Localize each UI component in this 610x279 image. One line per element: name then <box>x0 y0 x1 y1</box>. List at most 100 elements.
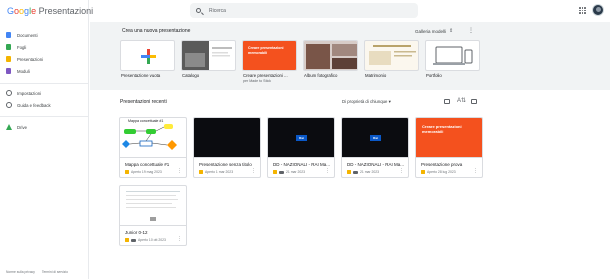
slides-icon <box>6 56 11 62</box>
owner-filter-dropdown[interactable]: Di proprietà di chiunque ▾ <box>342 99 391 105</box>
album-thumbnail <box>304 41 357 70</box>
plus-icon <box>141 49 156 64</box>
sidebar-item-label: Documenti <box>17 32 38 38</box>
file-thumbnail <box>194 118 260 158</box>
shared-icon <box>353 170 358 174</box>
file-date: Aperto 19 mag 2023 <box>131 170 162 174</box>
thumb-title: Mappa concettuale #1 <box>128 119 164 123</box>
apps-grid-icon[interactable] <box>579 7 586 14</box>
sidebar-item-fogli[interactable]: Fogli <box>6 42 26 52</box>
sidebar-item-label: Impostazioni <box>17 90 42 96</box>
slides-icon <box>199 170 203 174</box>
template-portfolio[interactable] <box>425 40 480 71</box>
rai-logo: Rai <box>370 135 381 141</box>
more-options-icon[interactable]: ⋮ <box>177 236 182 242</box>
file-thumbnail: Rai <box>342 118 408 158</box>
search-input[interactable]: Ricerca <box>209 8 226 14</box>
template-matrimonio[interactable] <box>364 40 419 71</box>
sidebar-item-help[interactable]: Guida e feedback <box>6 100 51 110</box>
sidebar-item-label: Presentazioni <box>17 56 44 62</box>
file-meta: 21 mar 2023 <box>273 170 305 174</box>
forms-icon <box>6 68 11 74</box>
file-meta: Aperto 28 lug 2023 <box>421 170 456 174</box>
sidebar-item-label: Fogli <box>17 44 27 50</box>
template-catalogo[interactable] <box>181 40 236 71</box>
file-card[interactable]: Creare presentazioni memorabili Presenta… <box>415 117 483 178</box>
file-thumbnail: Mappa concettuale #1 <box>120 118 186 158</box>
document-thumbnail <box>126 191 180 221</box>
search-icon[interactable] <box>196 8 201 13</box>
slides-icon <box>347 170 351 174</box>
file-title: Mappa concettuale #1 <box>125 162 170 167</box>
sidebar-item-moduli[interactable]: Moduli <box>6 66 30 76</box>
file-card[interactable]: Junior 0-12 Aperto 10 ott 2023 ⋮ <box>119 185 187 246</box>
wedding-thumbnail <box>369 45 416 65</box>
sort-icon[interactable]: A⇅ <box>457 98 466 104</box>
sheets-icon <box>6 44 11 50</box>
file-card[interactable]: Rai DD - NAZIONALI - RAI Ma... 21 mar 20… <box>267 117 335 178</box>
template-label: Matrimonio <box>365 73 387 78</box>
file-title: Junior 0-12 <box>125 230 148 235</box>
template-label: Presentazione vuota <box>121 73 161 78</box>
chevron-down-icon: ▾ <box>388 99 391 104</box>
file-thumbnail: Rai <box>268 118 334 158</box>
more-options-icon[interactable]: ⋮ <box>177 168 182 174</box>
divider <box>0 83 89 84</box>
sidebar-item-drive[interactable]: Drive <box>6 122 27 132</box>
terms-link[interactable]: Termini di servizio <box>42 270 68 274</box>
template-made-to-stick[interactable]: Creare presentazioni memorabili <box>242 40 297 71</box>
file-title: Presentazione prova <box>421 162 463 167</box>
sidebar-item-settings[interactable]: Impostazioni <box>6 88 41 98</box>
more-options-icon[interactable]: ⋮ <box>399 168 404 174</box>
footer-links: Norme sulla privacy Termini di servizio <box>6 270 74 274</box>
more-options-icon[interactable]: ⋮ <box>325 168 330 174</box>
sidebar-item-label: Moduli <box>17 68 30 74</box>
privacy-link[interactable]: Norme sulla privacy <box>6 270 35 274</box>
shared-icon <box>279 170 284 174</box>
file-meta: Aperto 19 mag 2023 <box>125 170 162 174</box>
more-options-icon[interactable]: ⋮ <box>468 27 474 34</box>
file-card[interactable]: Presentazione senza titolo Aperto 1 mar … <box>193 117 261 178</box>
file-date: Aperto 28 lug 2023 <box>427 170 456 174</box>
drive-icon <box>6 124 12 130</box>
template-label: Creare presentazioni ... <box>243 73 288 78</box>
search-bar[interactable]: Ricerca <box>190 3 418 18</box>
divider <box>0 116 89 117</box>
slides-icon <box>125 238 129 242</box>
catalog-thumbnail <box>182 41 232 70</box>
thumb-text: Creare presentazioni memorabili <box>422 124 462 134</box>
folder-icon[interactable] <box>471 99 477 104</box>
app-logo[interactable]: Google Presentazioni <box>7 6 93 16</box>
more-options-icon[interactable]: ⋮ <box>251 168 256 174</box>
template-label: Portfolio <box>426 73 442 78</box>
sidebar-item-presentazioni[interactable]: Presentazioni <box>6 54 43 64</box>
recent-section-title: Presentazioni recenti <box>120 99 167 105</box>
expand-icon: ⇕ <box>449 28 454 34</box>
template-album[interactable] <box>303 40 358 71</box>
docs-icon <box>6 32 11 38</box>
file-title: DD - NAZIONALI - RAI Ma... <box>347 162 405 167</box>
list-view-icon[interactable] <box>444 99 450 104</box>
file-meta: Aperto 1 mar 2023 <box>199 170 233 174</box>
avatar[interactable] <box>592 4 604 16</box>
sidebar-item-documenti[interactable]: Documenti <box>6 30 38 40</box>
template-section-title: Crea una nuova presentazione <box>122 28 191 34</box>
template-sublabel: per Made to Stick <box>243 79 271 83</box>
sidebar-item-label: Guida e feedback <box>17 102 51 108</box>
owner-filter-label: Di proprietà di chiunque <box>342 99 388 104</box>
template-gallery-button[interactable]: Galleria modelli ⇕ <box>415 28 453 34</box>
file-date: Aperto 1 mar 2023 <box>205 170 234 174</box>
template-thumb-text: Creare presentazioni memorabili <box>248 46 284 55</box>
mind-map-diagram <box>122 124 177 150</box>
file-date: 21 mar 2023 <box>286 170 306 174</box>
file-card[interactable]: Mappa concettuale #1 Mappa concettuale #… <box>119 117 187 178</box>
product-name: Presentazioni <box>38 6 94 16</box>
file-date: Aperto 10 ott 2023 <box>138 238 166 242</box>
file-title: DD - NAZIONALI - RAI Ma... <box>273 162 331 167</box>
template-blank[interactable] <box>120 40 175 71</box>
gear-icon <box>6 90 12 96</box>
template-label: Album fotografico <box>304 73 338 78</box>
rai-logo: Rai <box>296 135 307 141</box>
more-options-icon[interactable]: ⋮ <box>473 168 478 174</box>
file-card[interactable]: Rai DD - NAZIONALI - RAI Ma... 21 mar 20… <box>341 117 409 178</box>
